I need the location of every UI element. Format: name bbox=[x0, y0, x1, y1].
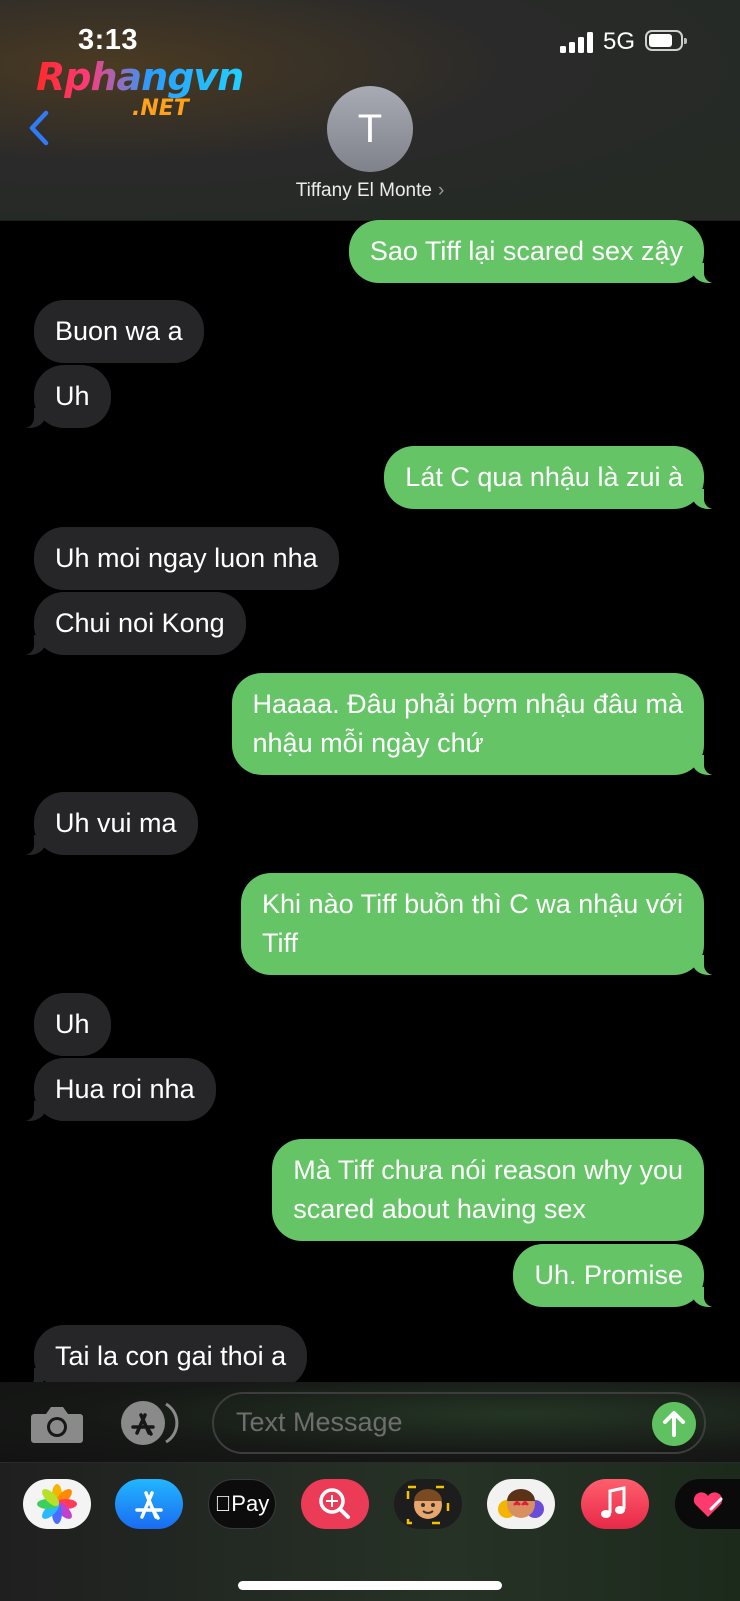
contact-name: Tiffany El Monte bbox=[295, 180, 432, 201]
watermark-logo: Rphangvn .NET bbox=[36, 55, 244, 121]
app-store-drawer-icon[interactable] bbox=[120, 1400, 182, 1446]
message-bubble-incoming[interactable]: Uh bbox=[34, 993, 111, 1056]
message-bubble-incoming[interactable]: Tai la con gai thoi a bbox=[21, 1325, 308, 1382]
avatar-initial: T bbox=[357, 106, 383, 151]
status-time: 3:13 bbox=[78, 24, 139, 56]
app-store-icon[interactable] bbox=[115, 1479, 183, 1529]
message-bubble-incoming[interactable]: Hua roi nha bbox=[22, 1058, 216, 1121]
send-arrow-icon[interactable] bbox=[652, 1402, 696, 1446]
conversation-header: 3:13 5G Rphangvn .NET T Tiffany El Monte… bbox=[0, 0, 740, 221]
watermark-line1: Rphangvn bbox=[36, 55, 244, 99]
contact-name-button[interactable]: Tiffany El Monte › bbox=[0, 180, 740, 202]
contact-avatar[interactable]: T bbox=[327, 86, 413, 172]
digital-touch-icon[interactable] bbox=[675, 1479, 740, 1529]
chevron-right-icon: › bbox=[437, 180, 445, 201]
message-bubble-incoming[interactable]: Uh vui ma bbox=[22, 792, 198, 855]
message-bubble-outgoing[interactable]: Mà Tiff chưa nói reason why you scared a… bbox=[272, 1139, 704, 1241]
network-type: 5G bbox=[603, 28, 636, 55]
music-icon[interactable] bbox=[581, 1479, 649, 1529]
imessage-app-drawer: Pay bbox=[0, 1462, 740, 1601]
message-bubble-outgoing[interactable]: Uh. Promise bbox=[513, 1244, 716, 1307]
message-bubble-incoming[interactable]: Chui noi Kong bbox=[22, 592, 246, 655]
compose-bar: Text Message bbox=[0, 1382, 740, 1462]
message-bubble-incoming[interactable]: Uh moi ngay luon nha bbox=[34, 527, 339, 590]
back-chevron-icon[interactable] bbox=[26, 108, 56, 148]
home-indicator[interactable] bbox=[238, 1581, 502, 1590]
message-input-placeholder: Text Message bbox=[236, 1407, 403, 1437]
message-bubble-incoming[interactable]: Buon wa a bbox=[34, 300, 204, 363]
message-bubble-outgoing[interactable]: Khi nào Tiff buồn thì C wa nhậu với Tiff bbox=[241, 873, 716, 975]
image-search-icon[interactable] bbox=[301, 1479, 369, 1529]
message-thread[interactable]: Sao Tiff lại scared sex zậy Buon wa a Uh… bbox=[0, 220, 740, 1382]
cellular-signal-icon bbox=[560, 31, 594, 53]
photos-app-icon[interactable] bbox=[23, 1479, 91, 1529]
apple-pay-icon[interactable]: Pay bbox=[208, 1479, 276, 1529]
message-bubble-outgoing[interactable]: Sao Tiff lại scared sex zậy bbox=[348, 220, 717, 283]
message-bubble-outgoing[interactable]: Haaaa. Đâu phải bợm nhậu đâu mà nhậu mỗi… bbox=[231, 673, 717, 775]
animoji-stickers-icon[interactable] bbox=[487, 1479, 555, 1529]
camera-icon[interactable] bbox=[30, 1404, 84, 1444]
battery-icon bbox=[645, 30, 687, 51]
watermark-line2: .NET bbox=[132, 96, 189, 121]
memoji-icon[interactable] bbox=[394, 1479, 462, 1529]
message-bubble-outgoing[interactable]: Lát C qua nhậu là zui à bbox=[384, 446, 716, 509]
apple-pay-label: Pay bbox=[223, 1491, 269, 1516]
message-input[interactable]: Text Message bbox=[212, 1392, 706, 1454]
message-bubble-incoming[interactable]: Uh bbox=[22, 365, 111, 428]
